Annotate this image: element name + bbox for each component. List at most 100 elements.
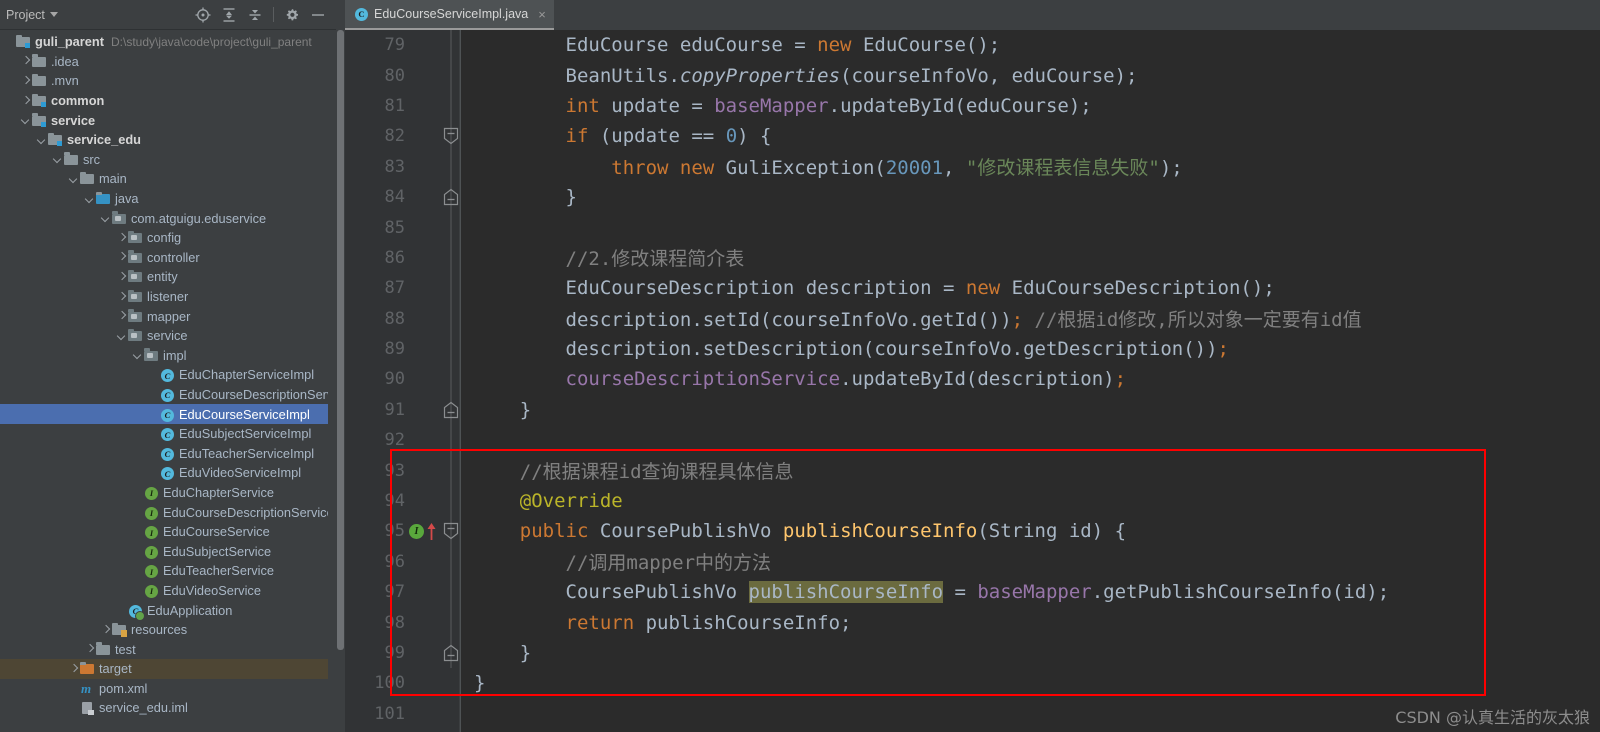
chevron-down-icon[interactable] <box>21 115 32 126</box>
code-line-87[interactable]: EduCourseDescription description = new E… <box>460 273 1600 303</box>
gutter-marker-area[interactable] <box>407 637 460 669</box>
code-line-96[interactable]: //调用mapper中的方法 <box>460 547 1600 577</box>
code-line-98[interactable]: return publishCourseInfo; <box>460 607 1600 637</box>
gutter-line-94[interactable]: 94 <box>345 485 460 517</box>
tree-node-eduapplication[interactable]: C EduApplication <box>0 600 336 621</box>
tree-node-eduvideoservice[interactable]: I EduVideoService <box>0 581 336 601</box>
tree-node-edusubjectservice[interactable]: I EduSubjectService <box>0 541 336 561</box>
code-line-83[interactable]: throw new GuliException(20001, "修改课程表信息失… <box>460 152 1600 182</box>
chevron-down-icon[interactable] <box>53 154 64 165</box>
gutter-marker-area[interactable] <box>407 30 460 61</box>
code-line-99[interactable]: } <box>460 638 1600 668</box>
chevron-down-icon[interactable] <box>101 213 112 224</box>
tree-node-educoursedescriptionservice[interactable]: I EduCourseDescriptionService <box>0 502 336 522</box>
gutter-line-92[interactable]: 92 <box>345 425 460 456</box>
chevron-right-icon[interactable] <box>101 624 112 635</box>
code-line-91[interactable]: } <box>460 395 1600 425</box>
tree-node-src[interactable]: src <box>0 150 336 170</box>
code-folding-toggle[interactable] <box>443 644 459 662</box>
chevron-down-icon[interactable] <box>69 173 80 184</box>
code-folding-toggle[interactable] <box>443 401 459 418</box>
code-line-90[interactable]: courseDescriptionService.updateById(desc… <box>460 364 1600 394</box>
gutter-line-81[interactable]: 81 <box>345 90 460 122</box>
gutter-marker-area[interactable] <box>407 455 460 486</box>
tree-node-main[interactable]: main <box>0 169 336 189</box>
tree-node-pom-xml[interactable]: m pom.xml <box>0 679 336 699</box>
gutter-marker-area[interactable] <box>407 333 460 365</box>
gutter-marker-area[interactable] <box>407 60 460 91</box>
tree-node-educhapterservice[interactable]: I EduChapterService <box>0 483 336 503</box>
code-line-89[interactable]: description.setDescription(courseInfoVo.… <box>460 334 1600 364</box>
code-line-95[interactable]: public CoursePublishVo publishCourseInfo… <box>460 516 1600 546</box>
chevron-down-icon[interactable] <box>49 12 58 17</box>
tree-node-educourseservice[interactable]: I EduCourseService <box>0 522 336 542</box>
tree-node-target[interactable]: target <box>0 659 336 679</box>
gutter-line-99[interactable]: 99 <box>345 637 460 669</box>
tree-node-educhapterserviceimpl[interactable]: C EduChapterServiceImpl <box>0 365 336 385</box>
gutter-line-98[interactable]: 98 <box>345 607 460 638</box>
code-line-97[interactable]: CoursePublishVo publishCourseInfo = base… <box>460 577 1600 607</box>
tree-node-educoursedescriptionserviceimpl[interactable]: C EduCourseDescriptionServiceImpl <box>0 385 336 405</box>
chevron-down-icon[interactable] <box>117 330 128 341</box>
tree-node-service-edu-iml[interactable]: service_edu.iml <box>0 698 336 718</box>
chevron-right-icon[interactable] <box>69 663 80 674</box>
code-line-79[interactable]: EduCourse eduCourse = new EduCourse(); <box>460 30 1600 60</box>
tree-node-java[interactable]: java <box>0 189 336 209</box>
chevron-right-icon[interactable] <box>117 232 128 243</box>
gutter-marker-area[interactable] <box>407 485 460 517</box>
tree-node-edusubjectserviceimpl[interactable]: C EduSubjectServiceImpl <box>0 424 336 444</box>
gutter-line-90[interactable]: 90 <box>345 364 460 395</box>
editor-scrollbar-thumb[interactable] <box>337 30 344 650</box>
gutter-marker-area[interactable] <box>407 181 460 213</box>
chevron-right-icon[interactable] <box>85 644 96 655</box>
gutter-marker-area[interactable] <box>407 546 460 578</box>
gutter-line-82[interactable]: 82 <box>345 121 460 152</box>
gutter-marker-area[interactable]: I <box>407 516 460 547</box>
gutter-line-84[interactable]: 84 <box>345 181 460 213</box>
gutter-marker-area[interactable] <box>407 394 460 426</box>
panel-splitter[interactable] <box>336 0 345 732</box>
code-line-82[interactable]: if (update == 0) { <box>460 121 1600 151</box>
tree-node-test[interactable]: test <box>0 639 336 659</box>
hide-panel-icon[interactable] <box>310 7 326 23</box>
gutter-line-83[interactable]: 83 <box>345 151 460 182</box>
gutter-line-88[interactable]: 88 <box>345 303 460 334</box>
gutter-marker-area[interactable] <box>407 425 460 456</box>
tree-node-guli-parent[interactable]: guli_parent D:\study\java\code\project\gu… <box>0 32 336 52</box>
gutter-marker-area[interactable] <box>407 212 460 243</box>
chevron-right-icon[interactable] <box>117 252 128 263</box>
chevron-right-icon[interactable] <box>117 271 128 282</box>
tree-node-entity[interactable]: entity <box>0 267 336 287</box>
gutter-line-91[interactable]: 91 <box>345 394 460 426</box>
expand-all-icon[interactable] <box>221 7 237 23</box>
gutter-marker-area[interactable] <box>407 90 460 122</box>
code-folding-toggle[interactable] <box>443 128 459 145</box>
tree-node-service[interactable]: service <box>0 110 336 130</box>
locate-target-icon[interactable] <box>195 7 211 23</box>
code-line-84[interactable]: } <box>460 182 1600 212</box>
code-line-100[interactable]: } <box>460 668 1600 698</box>
gutter-marker-area[interactable] <box>407 699 460 729</box>
chevron-down-icon[interactable] <box>37 134 48 145</box>
chevron-right-icon[interactable] <box>21 95 32 106</box>
gutter-marker-area[interactable] <box>407 303 460 334</box>
gutter-line-96[interactable]: 96 <box>345 546 460 578</box>
project-tab-button[interactable]: Project <box>2 6 62 24</box>
close-icon[interactable]: × <box>538 8 546 21</box>
editor-tab-educourseserviceimpl[interactable]: C EduCourseServiceImpl.java × <box>345 0 554 30</box>
code-line-80[interactable]: BeanUtils.copyProperties(courseInfoVo, e… <box>460 60 1600 90</box>
chevron-right-icon[interactable] <box>21 75 32 86</box>
gutter-line-85[interactable]: 85 <box>345 212 460 243</box>
tree-node-eduteacherserviceimpl[interactable]: C EduTeacherServiceImpl <box>0 443 336 463</box>
gutter-line-86[interactable]: 86 <box>345 242 460 274</box>
gutter-line-80[interactable]: 80 <box>345 60 460 91</box>
project-tree[interactable]: guli_parent D:\study\java\code\project\gu… <box>0 30 336 732</box>
code-line-85[interactable] <box>460 212 1600 242</box>
gutter-line-89[interactable]: 89 <box>345 333 460 365</box>
gutter-marker-area[interactable] <box>407 242 460 274</box>
gutter-line-101[interactable]: 101 <box>345 699 460 729</box>
chevron-right-icon[interactable] <box>117 311 128 322</box>
gutter-marker-area[interactable]: } <box>407 668 470 698</box>
gutter-marker-area[interactable] <box>407 607 460 638</box>
chevron-right-icon[interactable] <box>21 56 32 67</box>
